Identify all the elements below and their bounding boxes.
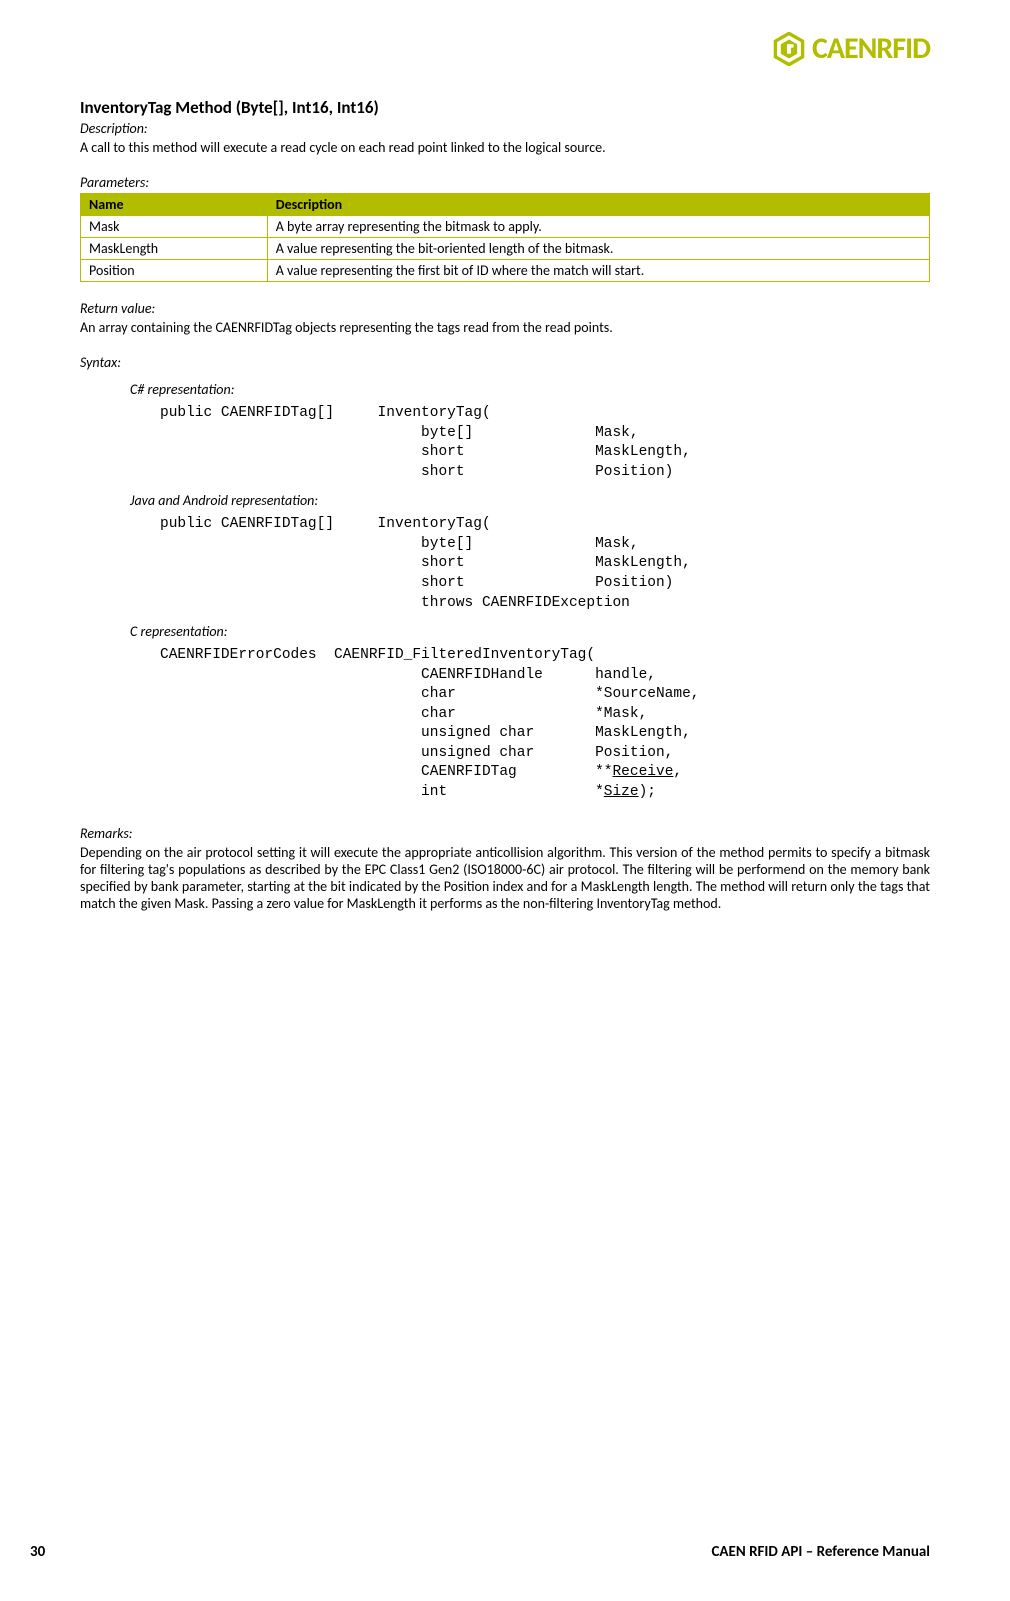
param-desc: A value representing the bit-oriented le…: [267, 238, 929, 260]
col-name: Name: [81, 194, 268, 216]
description-text: A call to this method will execute a rea…: [80, 139, 930, 156]
c-label: C representation:: [130, 623, 930, 640]
col-desc: Description: [267, 194, 929, 216]
footer-title: CAEN RFID API – Reference Manual: [711, 1543, 930, 1561]
parameters-label: Parameters:: [80, 174, 930, 191]
page: CAENRFID InventoryTag Method (Byte[], In…: [0, 0, 1010, 1601]
c-code: CAENRFIDErrorCodes CAENRFID_FilteredInve…: [160, 646, 930, 803]
table-header-row: Name Description: [81, 194, 930, 216]
param-desc: A value representing the first bit of ID…: [267, 260, 929, 282]
param-desc: A byte array representing the bitmask to…: [267, 216, 929, 238]
table-row: Position A value representing the first …: [81, 260, 930, 282]
page-footer: 30 CAEN RFID API – Reference Manual: [0, 1543, 930, 1561]
param-name: Mask: [81, 216, 268, 238]
java-label: Java and Android representation:: [130, 492, 930, 509]
table-row: Mask A byte array representing the bitma…: [81, 216, 930, 238]
csharp-code: public CAENRFIDTag[] InventoryTag( byte[…: [160, 404, 930, 482]
page-number: 30: [30, 1543, 45, 1561]
return-label: Return value:: [80, 300, 930, 317]
remarks-label: Remarks:: [80, 825, 930, 842]
csharp-label: C# representation:: [130, 381, 930, 398]
brand-text: CAENRFID: [812, 30, 930, 67]
param-name: Position: [81, 260, 268, 282]
header-row: CAENRFID: [80, 30, 930, 67]
table-row: MaskLength A value representing the bit-…: [81, 238, 930, 260]
brand-logo: CAENRFID: [772, 30, 930, 67]
return-text: An array containing the CAENRFIDTag obje…: [80, 319, 930, 336]
hexagon-icon: [772, 32, 806, 66]
method-title: InventoryTag Method (Byte[], Int16, Int1…: [80, 97, 930, 118]
java-code: public CAENRFIDTag[] InventoryTag( byte[…: [160, 515, 930, 613]
param-name: MaskLength: [81, 238, 268, 260]
parameters-table: Name Description Mask A byte array repre…: [80, 193, 930, 282]
description-label: Description:: [80, 120, 930, 137]
syntax-label: Syntax:: [80, 354, 930, 371]
remarks-text: Depending on the air protocol setting it…: [80, 844, 930, 912]
